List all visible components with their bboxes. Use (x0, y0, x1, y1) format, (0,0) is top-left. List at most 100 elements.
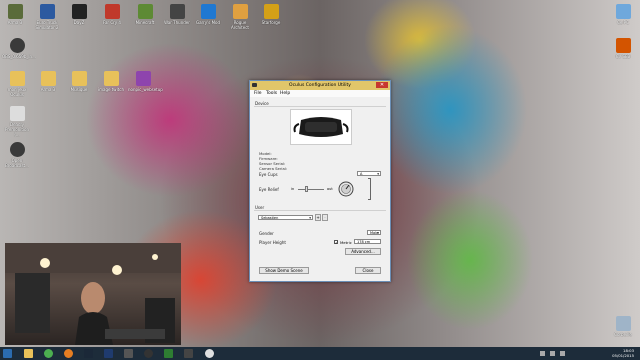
desktop-icon-euro-truck[interactable]: Euro Truck Simulator 2 (32, 4, 62, 30)
desktop-icon-label: Musique (70, 87, 88, 92)
metric-checkbox[interactable]: ✓ (334, 240, 338, 245)
farcry4-icon (104, 4, 120, 19)
close-button[interactable]: Close (355, 267, 381, 274)
desktop-icon-label: Minecraft (135, 20, 155, 25)
desktop-icon-rogue-architect[interactable]: Rogue Architect (225, 4, 255, 30)
desktop-icon-farcry4[interactable]: Far Cry 4 (97, 4, 127, 25)
desktop-icon-obs-installer[interactable]: OBS_0.659b_In... (2, 38, 36, 59)
tray-icon[interactable] (540, 351, 545, 356)
desktop-wallpaper: Arma 3 Euro Truck Simulator 2 DayZ Far C… (0, 0, 640, 347)
add-user-button[interactable]: + (315, 214, 321, 221)
computer-icon (615, 4, 631, 19)
desktop-icon-oculus-games-folder[interactable]: mon jeux Oculus (2, 71, 32, 97)
taskbar-clock[interactable]: 18:03 05/01/2015 (612, 348, 634, 358)
oculus-taskbar-icon[interactable] (184, 349, 193, 358)
desktop-icon-label: Corbeille (614, 332, 632, 337)
advanced-button[interactable]: Advanced... (345, 248, 381, 255)
menu-file[interactable]: File (254, 91, 262, 96)
garrys-mod-icon (200, 4, 216, 19)
media-icon[interactable] (124, 349, 133, 358)
desktop-icon-label: Arma 3 (7, 20, 23, 25)
rogue-architect-icon (232, 4, 248, 19)
desktop-icon-dayz[interactable]: DayZ (64, 4, 94, 25)
file-explorer-icon[interactable] (24, 349, 33, 358)
eye-cups-label: Eye Cups (259, 172, 278, 177)
desktop-icon-label: Garry's Mod (195, 20, 221, 25)
player-height-value: 178 cm (357, 240, 371, 244)
oculus-headset-icon (293, 117, 349, 137)
folder-icon (9, 71, 25, 86)
dialog-titlebar[interactable]: Oculus Configuration Utility ✕ (250, 81, 390, 90)
gender-select[interactable]: Male ▾ (367, 230, 381, 235)
desktop-icon-this-pc[interactable]: Ce PC (608, 4, 638, 25)
desktop-icon-music-folder[interactable]: Musique (64, 71, 94, 92)
show-demo-scene-button[interactable]: Show Demo Scene (259, 267, 309, 274)
system-tray[interactable] (540, 350, 600, 357)
eye-relief-slider-track[interactable] (298, 189, 324, 190)
steam-icon[interactable] (84, 349, 93, 358)
eye-relief-slider-thumb[interactable] (305, 186, 308, 192)
eye-relief-out-label: out (327, 187, 333, 191)
desktop-icon-label: image twitch (98, 87, 124, 92)
war-thunder-icon (169, 4, 185, 19)
desktop-icon-arma3[interactable]: Arma 3 (0, 4, 30, 25)
desktop-icon-cv-seb[interactable]: CV SEB (608, 38, 638, 59)
recycle-bin-icon (615, 316, 631, 331)
desktop-icon-label: Starforge (261, 20, 281, 25)
taskbar: 18:03 05/01/2015 (0, 347, 640, 360)
desktop-icon-label: OBS_0.659b_In... (2, 54, 36, 59)
eye-relief-in-label: in (291, 187, 295, 191)
webcam-scene (5, 243, 181, 345)
desktop-icon-open-broadcaster[interactable]: Open Broadcast... (2, 142, 32, 168)
desktop-icon-starforge[interactable]: Starforge (256, 4, 286, 25)
desktop-icon-minecraft[interactable]: Minecraft (130, 4, 160, 25)
user-separator (254, 210, 386, 211)
oculus-config-dialog: Oculus Configuration Utility ✕ File Tool… (249, 80, 391, 282)
chevron-down-icon: ▾ (309, 216, 311, 220)
desktop-icon-websetup[interactable]: nonpic_websetup (128, 71, 163, 92)
eye-relief-dial-icon[interactable] (338, 181, 354, 197)
euro-truck-icon (39, 4, 55, 19)
desktop-icon-war-thunder[interactable]: War Thunder (162, 4, 192, 25)
user-select[interactable]: Sebastien ▾ (258, 215, 313, 220)
eye-cups-select[interactable]: A ▾ (357, 171, 381, 176)
dialog-title: Oculus Configuration Utility (289, 83, 351, 88)
eye-relief-bracket (368, 178, 371, 200)
desktop-icon-arma3-folder[interactable]: Arma 3 (33, 71, 63, 92)
desktop-icon-label: Arma 3 (40, 87, 56, 92)
office-document-icon (615, 38, 631, 53)
desktop-icon-deadly-premonition[interactable]: Deadly Premonition (... (2, 106, 32, 137)
menu-bar: File Tools Help (250, 90, 390, 97)
minecraft-icon (137, 4, 153, 19)
dayz-icon (71, 4, 87, 19)
desktop-icon-label: Far Cry 4 (103, 20, 121, 25)
chevron-down-icon: ▾ (377, 231, 379, 235)
desktop-icon-recycle-bin[interactable]: Corbeille (608, 316, 638, 337)
desktop-icon-label: Rogue Architect (231, 20, 249, 30)
desktop-icon-garrys-mod[interactable]: Garry's Mod (193, 4, 223, 25)
remove-user-button[interactable]: - (322, 214, 328, 221)
desktop-icon-label: nonpic_websetup (128, 87, 163, 92)
chrome-icon[interactable] (44, 349, 53, 358)
webcam-overlay (5, 243, 181, 345)
desktop-icon-twitch-images-folder[interactable]: image twitch (96, 71, 126, 92)
volume-icon[interactable] (560, 351, 565, 356)
firefox-icon[interactable] (64, 349, 73, 358)
desktop-icon-label: CV SEB (615, 54, 631, 59)
menu-tools[interactable]: Tools (266, 91, 277, 96)
start-windows-icon[interactable] (3, 349, 12, 358)
obs-icon (9, 38, 25, 53)
network-icon[interactable] (550, 351, 555, 356)
menu-help[interactable]: Help (280, 91, 290, 96)
player-height-input[interactable]: 178 cm (354, 239, 381, 244)
user-value: Sebastien (261, 216, 279, 220)
folder-icon (103, 71, 119, 86)
headset-image (290, 109, 352, 145)
close-window-button[interactable]: ✕ (376, 82, 388, 88)
eye-relief-label: Eye Relief (259, 187, 279, 192)
oculus-utility-taskbar-icon[interactable] (205, 349, 214, 358)
obs-taskbar-icon[interactable] (144, 349, 153, 358)
desktop-icon-label: Open Broadcast... (5, 158, 29, 168)
photoshop-icon[interactable] (104, 349, 113, 358)
gpu-icon[interactable] (164, 349, 173, 358)
